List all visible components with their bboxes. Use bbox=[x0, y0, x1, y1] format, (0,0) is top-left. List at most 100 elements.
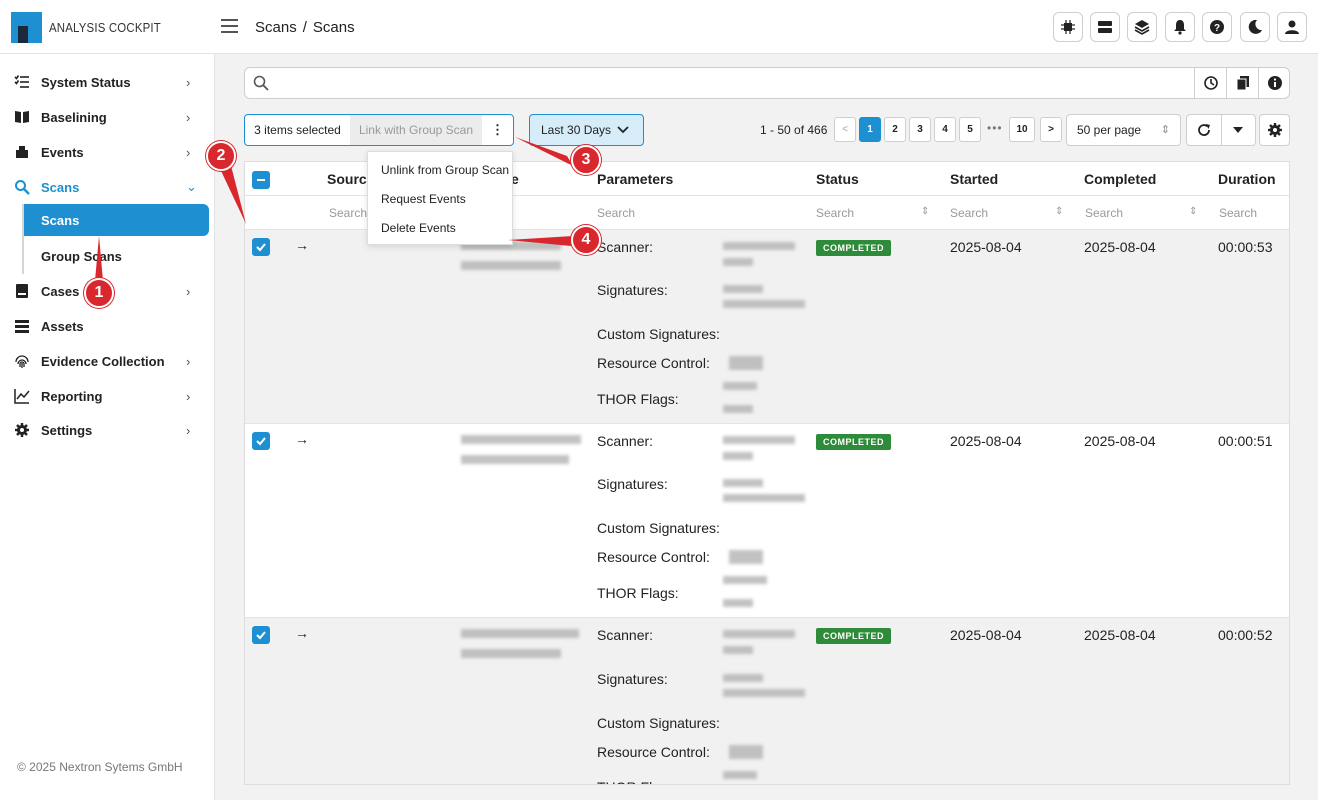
param-label: Resource Control: bbox=[597, 744, 710, 760]
menu-item-request-events[interactable]: Request Events bbox=[368, 185, 512, 214]
redacted-value bbox=[723, 382, 757, 390]
copy-icon[interactable] bbox=[1226, 68, 1258, 98]
sidebar-item-scans[interactable]: Scans ⌄ bbox=[0, 170, 215, 204]
chevron-right-icon: › bbox=[186, 74, 191, 90]
sidebar-item-settings[interactable]: Settings › bbox=[0, 413, 215, 447]
chevron-right-icon: › bbox=[186, 422, 191, 438]
row-checkbox[interactable] bbox=[252, 626, 270, 644]
per-page-value: 50 per page bbox=[1077, 123, 1142, 137]
duration-cell: 00:00:51 bbox=[1218, 433, 1273, 449]
param-label: Signatures: bbox=[597, 671, 668, 687]
chevron-right-icon: › bbox=[186, 353, 191, 369]
history-icon[interactable] bbox=[1194, 68, 1226, 98]
info-icon[interactable] bbox=[1258, 68, 1290, 98]
app-logo[interactable] bbox=[11, 12, 42, 43]
col-header-parameters[interactable]: Parameters bbox=[597, 171, 673, 187]
sidebar-item-baselining[interactable]: Baselining › bbox=[0, 100, 215, 134]
date-range-select[interactable]: Last 30 Days bbox=[529, 114, 644, 146]
sidebar-item-evidence-collection[interactable]: Evidence Collection › bbox=[0, 344, 215, 378]
param-label: Custom Signatures: bbox=[597, 715, 720, 731]
sort-icon[interactable]: ⇕ bbox=[921, 206, 929, 217]
redacted-value bbox=[723, 771, 757, 779]
page-info: 1 - 50 of 466 bbox=[760, 123, 828, 137]
row-checkbox[interactable] bbox=[252, 238, 270, 256]
actions-menu: Unlink from Group Scan Request Events De… bbox=[367, 151, 513, 245]
sidebar-subitem-scans[interactable]: Scans bbox=[24, 204, 209, 236]
chevron-right-icon: › bbox=[186, 283, 191, 299]
server-icon[interactable] bbox=[1090, 12, 1120, 42]
col-header-status[interactable]: Status bbox=[816, 171, 859, 187]
page-button-2[interactable]: 2 bbox=[884, 117, 906, 142]
table-row[interactable]: → Scanner: Signatures: Custom Signatures… bbox=[245, 618, 1289, 784]
sidebar-item-label: Scans bbox=[41, 179, 80, 195]
moon-icon[interactable] bbox=[1240, 12, 1270, 42]
redacted-value bbox=[723, 689, 805, 697]
cpu-icon[interactable] bbox=[1053, 12, 1083, 42]
filter-source[interactable]: Search bbox=[329, 206, 367, 220]
filter-started[interactable]: Search bbox=[950, 206, 988, 220]
prev-page-button[interactable]: < bbox=[834, 117, 856, 142]
search-icon bbox=[14, 179, 30, 195]
app-name: ANALYSIS COCKPIT bbox=[49, 20, 161, 35]
more-actions-button[interactable]: ⋮ bbox=[482, 115, 513, 145]
redacted-value bbox=[723, 285, 763, 293]
user-icon[interactable] bbox=[1277, 12, 1307, 42]
sort-icon[interactable]: ⇕ bbox=[1189, 206, 1197, 217]
page-button-1[interactable]: 1 bbox=[859, 117, 881, 142]
sidebar-subitem-group-scans[interactable]: Group Scans bbox=[24, 240, 209, 272]
sidebar-item-system-status[interactable]: System Status › bbox=[0, 65, 215, 99]
sidebar-item-assets[interactable]: Assets bbox=[0, 309, 215, 343]
page-button-3[interactable]: 3 bbox=[909, 117, 931, 142]
arrow-right-icon[interactable]: → bbox=[295, 431, 309, 447]
annotation-marker-2: 2 bbox=[206, 141, 236, 171]
select-all-checkbox[interactable] bbox=[252, 171, 270, 189]
search-input[interactable] bbox=[275, 68, 1193, 98]
completed-cell: 2025-08-04 bbox=[1084, 627, 1156, 643]
help-icon[interactable]: ? bbox=[1202, 12, 1232, 42]
col-header-duration[interactable]: Duration bbox=[1218, 171, 1276, 187]
bell-icon[interactable] bbox=[1165, 12, 1195, 42]
page-button-10[interactable]: 10 bbox=[1009, 117, 1035, 142]
param-label: Custom Signatures: bbox=[597, 326, 720, 342]
redacted-value bbox=[723, 242, 795, 250]
page-button-4[interactable]: 4 bbox=[934, 117, 956, 142]
col-header-started[interactable]: Started bbox=[950, 171, 998, 187]
assets-icon bbox=[14, 318, 30, 334]
col-header-completed[interactable]: Completed bbox=[1084, 171, 1156, 187]
refresh-icon[interactable] bbox=[1187, 115, 1221, 145]
row-checkbox[interactable] bbox=[252, 432, 270, 450]
sidebar-item-reporting[interactable]: Reporting › bbox=[0, 379, 215, 413]
param-label: Signatures: bbox=[597, 282, 668, 298]
next-page-button[interactable]: > bbox=[1040, 117, 1062, 142]
redacted-name bbox=[461, 649, 561, 658]
chevron-down-icon bbox=[617, 115, 629, 156]
menu-toggle-icon[interactable] bbox=[221, 19, 238, 33]
breadcrumb-section[interactable]: Scans bbox=[255, 19, 297, 36]
per-page-select[interactable]: 50 per page ⇕ bbox=[1066, 114, 1181, 146]
arrow-right-icon[interactable]: → bbox=[295, 625, 309, 641]
table-row[interactable]: → Scanner: Signatures: Custom Signatures… bbox=[245, 230, 1289, 423]
started-cell: 2025-08-04 bbox=[950, 627, 1022, 643]
table-settings-icon[interactable] bbox=[1259, 114, 1290, 146]
sort-icon[interactable]: ⇕ bbox=[1055, 206, 1063, 217]
menu-item-unlink-group-scan[interactable]: Unlink from Group Scan bbox=[368, 156, 512, 185]
arrow-right-icon[interactable]: → bbox=[295, 237, 309, 253]
layers-icon[interactable] bbox=[1127, 12, 1157, 42]
filter-duration[interactable]: Search bbox=[1219, 206, 1257, 220]
sidebar-item-label: Events bbox=[41, 144, 84, 160]
param-label: Scanner: bbox=[597, 433, 654, 449]
table-row[interactable]: → Scanner: Signatures: Custom Signatures… bbox=[245, 424, 1289, 617]
filter-completed[interactable]: Search bbox=[1085, 206, 1123, 220]
param-label: Custom Signatures: bbox=[597, 520, 720, 536]
breadcrumb: Scans / Scans bbox=[255, 19, 361, 36]
redacted-name bbox=[461, 261, 561, 270]
filter-parameters[interactable]: Search bbox=[597, 206, 635, 220]
sidebar-item-events[interactable]: Events › bbox=[0, 135, 215, 169]
menu-item-delete-events[interactable]: Delete Events bbox=[368, 214, 512, 243]
param-label: Scanner: bbox=[597, 627, 654, 643]
redacted-name bbox=[461, 455, 569, 464]
page-button-5[interactable]: 5 bbox=[959, 117, 981, 142]
caret-down-icon[interactable] bbox=[1220, 115, 1255, 145]
link-group-scan-button[interactable]: Link with Group Scan bbox=[350, 115, 482, 145]
filter-status[interactable]: Search bbox=[816, 206, 854, 220]
